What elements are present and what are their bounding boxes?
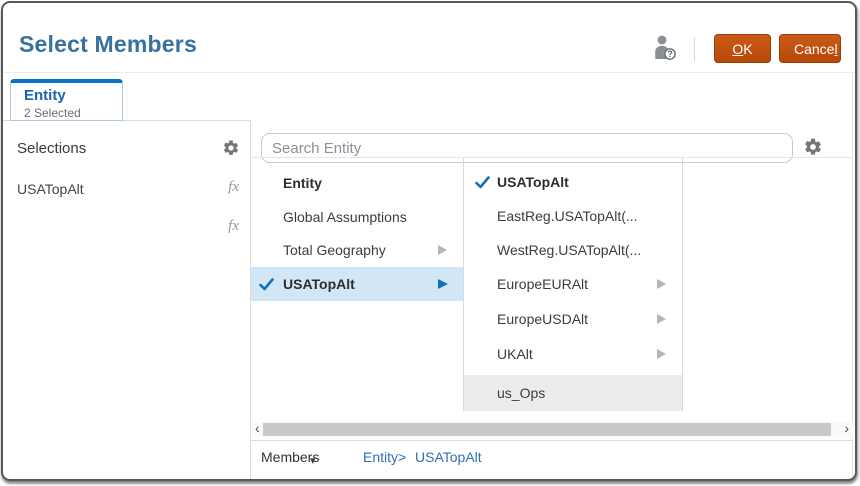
member-row-usatopalt-child[interactable]: USATopAlt: [464, 165, 682, 199]
selections-header: Selections: [17, 140, 86, 157]
member-row-us-ops[interactable]: us_Ops: [464, 375, 682, 411]
breadcrumb-entity[interactable]: Entity>: [363, 449, 406, 465]
expand-arrow-icon[interactable]: [657, 279, 666, 289]
page-title: Select Members: [19, 31, 197, 58]
search-options-gear-icon[interactable]: [803, 137, 823, 162]
member-row-entity[interactable]: Entity: [251, 166, 463, 200]
tab-entity[interactable]: Entity 2 Selected: [10, 79, 123, 121]
expand-arrow-icon[interactable]: [438, 279, 448, 289]
tab-selected-count: 2 Selected: [24, 106, 122, 120]
select-members-dialog: Select Members ? OK Cancel Entity 2 Sele…: [1, 1, 857, 481]
scroll-left-icon[interactable]: ‹: [255, 421, 260, 436]
footer-separator: [251, 440, 853, 441]
member-row-total-geography[interactable]: Total Geography: [251, 233, 463, 267]
member-row-global-assumptions[interactable]: Global Assumptions: [251, 200, 463, 234]
tab-label: Entity: [24, 87, 122, 104]
selection-item[interactable]: USATopAlt fx: [3, 177, 250, 203]
dropdown-caret-icon[interactable]: ▾: [310, 454, 316, 467]
screen: Select Members ? OK Cancel Entity 2 Sele…: [0, 0, 860, 486]
member-row-westreg[interactable]: WestReg.USATopAlt(...: [464, 233, 682, 267]
selections-gear-icon[interactable]: [222, 139, 240, 162]
expand-arrow-icon[interactable]: [657, 349, 666, 359]
fx-function-icon[interactable]: fx: [228, 218, 239, 235]
selection-item[interactable]: fx: [3, 216, 250, 242]
breadcrumb-usatopalt[interactable]: USATopAlt: [415, 449, 482, 465]
question-glyph: ?: [667, 49, 673, 59]
check-icon: [475, 176, 490, 192]
horizontal-scrollbar[interactable]: ‹ ›: [251, 422, 853, 437]
scroll-right-icon[interactable]: ›: [844, 421, 849, 436]
expand-arrow-icon[interactable]: [438, 245, 447, 255]
check-icon: [259, 278, 274, 294]
fx-function-icon[interactable]: fx: [228, 179, 239, 196]
header-separator: [3, 72, 855, 73]
user-help-icon[interactable]: ?: [653, 34, 678, 66]
member-row-eastreg[interactable]: EastReg.USATopAlt(...: [464, 199, 682, 233]
content-right-border: [852, 73, 853, 479]
header-divider: [694, 37, 695, 61]
cancel-button[interactable]: Cancel: [779, 34, 841, 63]
member-row-ukalt[interactable]: UKAlt: [464, 337, 682, 371]
ok-button[interactable]: OK: [714, 34, 771, 63]
scrollbar-thumb[interactable]: [263, 423, 831, 436]
member-row-usatopalt[interactable]: USATopAlt: [251, 267, 463, 301]
member-row-europeusdalt[interactable]: EuropeUSDAlt: [464, 302, 682, 336]
member-row-europeeuralt[interactable]: EuropeEURAlt: [464, 267, 682, 301]
expand-arrow-icon[interactable]: [657, 314, 666, 324]
